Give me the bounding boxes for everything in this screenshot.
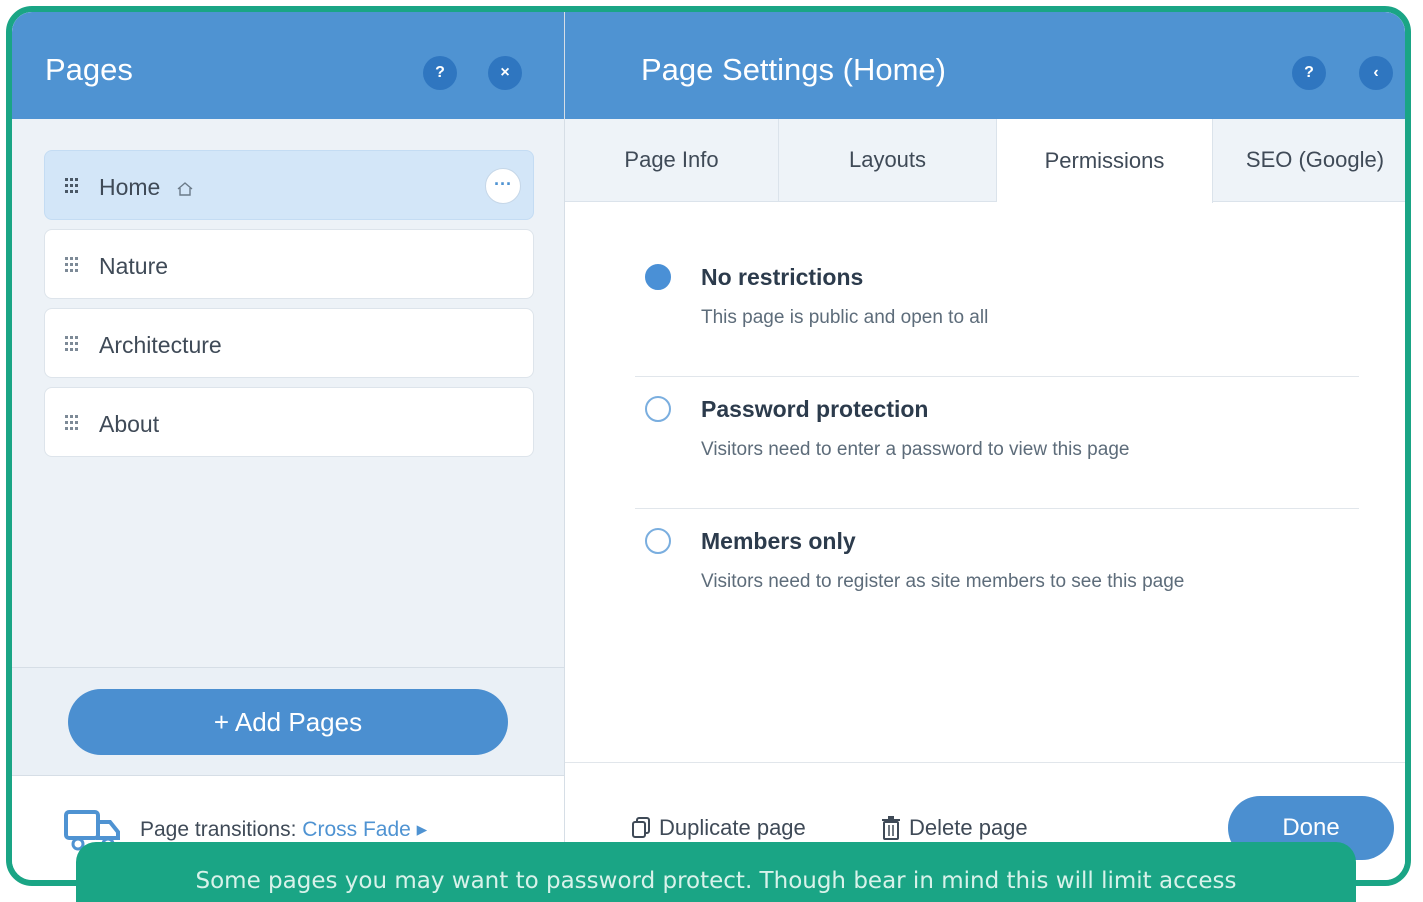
radio-members-only[interactable] (645, 528, 671, 554)
pages-panel: Pages ? × Home ··· Nature Architecture A… (12, 12, 565, 880)
option-no-restrictions[interactable]: No restrictions This page is public and … (635, 244, 1359, 377)
option-title: Members only (701, 528, 856, 554)
transitions-link[interactable]: Cross Fade ▸ (302, 818, 427, 841)
option-members-only[interactable]: Members only Visitors need to register a… (635, 508, 1359, 640)
settings-header: Page Settings (Home) ? ‹ (565, 12, 1405, 119)
page-more-button[interactable]: ··· (485, 168, 521, 204)
drag-handle-icon[interactable] (65, 415, 78, 431)
caption-text: Some pages you may want to password prot… (76, 842, 1356, 902)
duplicate-page-label: Duplicate page (659, 815, 806, 840)
option-description: This page is public and open to all (701, 307, 989, 328)
radio-password-protection[interactable] (645, 396, 671, 422)
tab-page-info[interactable]: Page Info (565, 119, 779, 201)
page-item-about[interactable]: About (44, 387, 534, 457)
drag-handle-icon[interactable] (65, 257, 78, 273)
settings-help-button[interactable]: ? (1292, 56, 1326, 90)
option-password-protection[interactable]: Password protection Visitors need to ent… (635, 376, 1359, 509)
option-title: No restrictions (701, 264, 864, 290)
tab-layouts[interactable]: Layouts (779, 119, 997, 201)
drag-handle-icon[interactable] (65, 336, 78, 352)
option-title: Password protection (701, 396, 929, 422)
add-pages-button[interactable]: + Add Pages (68, 689, 508, 755)
pages-close-button[interactable]: × (488, 56, 522, 90)
page-label-nature: Nature (99, 253, 169, 279)
pages-title: Pages (45, 52, 133, 87)
settings-tabs: Page Info Layouts Permissions SEO (Googl… (565, 119, 1405, 203)
tab-permissions[interactable]: Permissions (997, 119, 1213, 203)
page-list: Home ··· Nature Architecture About (44, 150, 534, 466)
tab-seo[interactable]: SEO (Google) (1213, 119, 1405, 201)
app-window: Pages ? × Home ··· Nature Architecture A… (6, 6, 1411, 886)
settings-title: Page Settings (Home) (641, 52, 946, 87)
pages-help-button[interactable]: ? (423, 56, 457, 90)
page-item-architecture[interactable]: Architecture (44, 308, 534, 378)
delete-page-label: Delete page (909, 815, 1028, 840)
page-item-nature[interactable]: Nature (44, 229, 534, 299)
radio-no-restrictions[interactable] (645, 264, 671, 290)
page-label-architecture: Architecture (99, 332, 222, 358)
duplicate-icon (632, 817, 650, 838)
page-label-about: About (99, 411, 160, 437)
pages-header: Pages ? × (12, 12, 564, 119)
page-label-home: Home (99, 174, 161, 200)
transitions-label: Page transitions: (140, 818, 297, 841)
page-settings-panel: Page Settings (Home) ? ‹ Page Info Layou… (565, 12, 1405, 880)
page-item-home[interactable]: Home ··· (44, 150, 534, 220)
settings-back-button[interactable]: ‹ (1359, 56, 1393, 90)
drag-handle-icon[interactable] (65, 178, 78, 194)
trash-icon (882, 816, 900, 840)
home-icon (177, 181, 193, 196)
duplicate-page-button[interactable]: Duplicate page (631, 815, 806, 841)
option-description: Visitors need to register as site member… (701, 571, 1185, 592)
delete-page-button[interactable]: Delete page (881, 815, 1028, 841)
option-description: Visitors need to enter a password to vie… (701, 439, 1130, 460)
